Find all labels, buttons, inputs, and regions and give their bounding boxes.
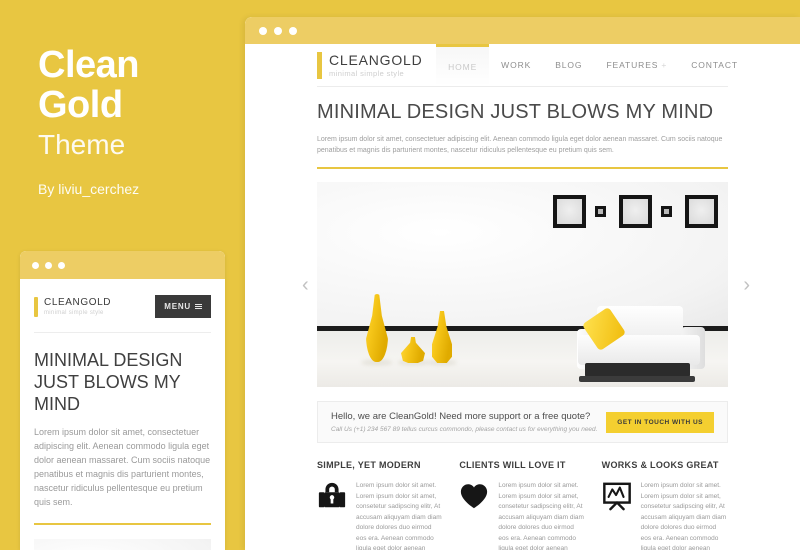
promo-byline: By liviu_cerchez (38, 181, 140, 197)
chevron-plus-icon: + (661, 60, 668, 70)
heart-icon (459, 481, 489, 511)
browser-window-dot-2[interactable] (274, 26, 282, 35)
feature-text-3: Lorem ipsum dolor sit amet. Lorem ipsum … (640, 482, 727, 550)
feature-text-2: Lorem ipsum dolor sit amet. Lorem ipsum … (498, 482, 584, 550)
feature-column-2: CLIENTS WILL LOVE IT Lorem ipsum dolor s… (459, 460, 585, 550)
logo-name: CLEANGOLD (329, 51, 423, 68)
hero-paragraph: Lorem ipsum dolor sit amet, consectetuer… (317, 136, 723, 154)
mobile-logo-name: CLEANGOLD (44, 296, 112, 308)
cta-text-block: Hello, we are CleanGold! Need more suppo… (331, 411, 597, 433)
mobile-header-divider (34, 332, 211, 333)
browser-preview-window: CLEANGOLD minimal simple style HOME WORK… (245, 17, 800, 550)
mobile-page-body: CLEANGOLD minimal simple style MENU MINI… (20, 279, 225, 550)
browser-titlebar (245, 17, 800, 44)
browser-window-dot-1[interactable] (259, 26, 267, 35)
nav-label-home: HOME (448, 61, 478, 72)
slider-next-arrow[interactable]: › (743, 275, 750, 295)
nav-label-features: FEATURES (606, 60, 659, 70)
logo-tagline: minimal simple style (329, 68, 405, 78)
mobile-logo[interactable]: CLEANGOLD minimal simple style (34, 296, 112, 317)
browser-window-dot-3[interactable] (289, 26, 297, 35)
mobile-logo-tagline: minimal simple style (44, 309, 104, 316)
main-navigation: HOME WORK BLOG FEATURES + CONTACT (436, 44, 750, 86)
get-in-touch-button[interactable]: GET IN TOUCH WITH US (606, 411, 714, 433)
nav-label-blog: BLOG (555, 60, 583, 70)
mobile-site-header: CLEANGOLD minimal simple style MENU (34, 279, 211, 318)
hero-heading: MINIMAL DESIGN JUST BLOWS MY MIND (317, 101, 714, 123)
mobile-titlebar (20, 251, 225, 279)
features-row: SIMPLE, YET MODERN Lorem ipsum dolor sit… (317, 460, 728, 550)
nav-item-features[interactable]: FEATURES + (594, 44, 679, 86)
cta-subline: Call Us (+1) 234 567 89 tellus curcus co… (331, 426, 598, 433)
mobile-hero-paragraph: Lorem ipsum dolor sit amet, consectetuer… (34, 427, 211, 507)
armchair-base (585, 363, 690, 377)
promo-subtitle: Theme (38, 129, 126, 160)
hero-section: MINIMAL DESIGN JUST BLOWS MY MIND Lorem … (245, 87, 800, 169)
room-scene-image (317, 182, 728, 387)
hero-slider[interactable]: ‹ › (245, 182, 800, 387)
hero-accent-rule (317, 167, 728, 169)
feature-column-3: WORKS & LOOKS GREAT Lorem ipsum dolor si… (602, 460, 728, 550)
slider-prev-arrow[interactable]: ‹ (302, 275, 309, 295)
mobile-slider[interactable]: ‹ › (34, 539, 211, 550)
window-dot-1[interactable] (32, 261, 39, 269)
nav-label-work: WORK (501, 60, 532, 70)
window-dot-2[interactable] (45, 261, 52, 269)
armchair-foot (579, 376, 695, 382)
nav-label-contact: CONTACT (691, 60, 738, 70)
mobile-menu-label: MENU (164, 302, 191, 311)
window-dot-3[interactable] (58, 261, 65, 269)
nav-item-blog[interactable]: BLOG (543, 44, 594, 86)
mobile-preview-window: CLEANGOLD minimal simple style MENU MINI… (20, 251, 225, 550)
cta-bar: Hello, we are CleanGold! Need more suppo… (317, 401, 728, 443)
browser-page-body: CLEANGOLD minimal simple style HOME WORK… (245, 44, 800, 550)
mobile-menu-button[interactable]: MENU (155, 295, 211, 318)
feature-title-1: SIMPLE, YET MODERN (317, 460, 421, 470)
nav-item-work[interactable]: WORK (489, 44, 543, 86)
feature-title-3: WORKS & LOOKS GREAT (601, 460, 719, 470)
nav-item-contact[interactable]: CONTACT (679, 44, 750, 86)
mobile-accent-rule (34, 523, 211, 525)
feature-title-2: CLIENTS WILL LOVE IT (459, 460, 566, 470)
mobile-logo-accent-bar (34, 296, 38, 317)
slider-slide (317, 182, 728, 387)
mobile-room-image (34, 539, 211, 550)
site-header: CLEANGOLD minimal simple style HOME WORK… (245, 44, 800, 86)
hamburger-icon (195, 304, 202, 309)
promo-text-block: Clean Gold Theme By liviu_cerchez (38, 45, 238, 197)
cta-headline: Hello, we are CleanGold! Need more suppo… (331, 411, 591, 422)
promo-title-line1: Clean (38, 44, 139, 86)
feature-column-1: SIMPLE, YET MODERN Lorem ipsum dolor sit… (317, 460, 443, 550)
feature-text-1: Lorem ipsum dolor sit amet. Lorem ipsum … (356, 482, 442, 550)
nav-item-home[interactable]: HOME (436, 44, 490, 86)
lock-icon (317, 481, 347, 511)
site-logo[interactable]: CLEANGOLD minimal simple style (317, 51, 423, 79)
promo-title-line2: Gold (38, 84, 123, 126)
promo-stage: Clean Gold Theme By liviu_cerchez CLEANG… (0, 0, 800, 550)
chart-board-icon (602, 481, 632, 511)
mobile-hero-heading: MINIMAL DESIGN JUST BLOWS MY MIND (34, 350, 183, 414)
logo-accent-bar (317, 51, 322, 79)
